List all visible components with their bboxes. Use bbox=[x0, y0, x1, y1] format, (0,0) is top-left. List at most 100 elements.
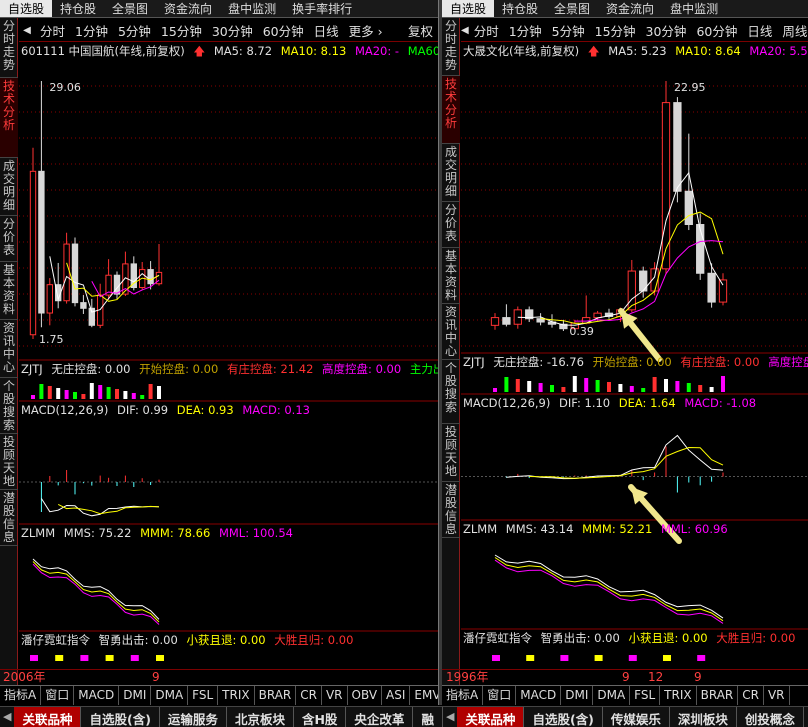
ind-tab-brar[interactable]: BRAR bbox=[255, 686, 297, 705]
ind-tab-obv[interactable]: OBV bbox=[348, 686, 383, 705]
side-tab-basic-info[interactable]: 基本资料 bbox=[0, 262, 18, 320]
period-1min-right[interactable]: 1分钟 bbox=[504, 21, 547, 40]
period-30min-right[interactable]: 30分钟 bbox=[641, 21, 692, 40]
macd-dea-line bbox=[529, 446, 724, 479]
period-day[interactable]: 日线 bbox=[309, 21, 344, 40]
signal-marker bbox=[156, 655, 164, 661]
ind-tab-macd-right[interactable]: MACD bbox=[516, 686, 562, 705]
footer-margin[interactable]: 融 bbox=[413, 707, 443, 727]
footer-shenzhen[interactable]: 深圳板块 bbox=[670, 707, 737, 727]
ind-tab-a-right[interactable]: 指标A bbox=[442, 686, 484, 705]
footer-related[interactable]: 关联品种 bbox=[14, 707, 82, 727]
ind-tab-vr[interactable]: VR bbox=[322, 686, 348, 705]
period-60min-right[interactable]: 60分钟 bbox=[691, 21, 742, 40]
side-tab-search[interactable]: 个股搜索 bbox=[0, 378, 18, 434]
side-tab-price-table[interactable]: 分价表 bbox=[0, 216, 18, 262]
menu-holdings-right[interactable]: 持仓股 bbox=[494, 0, 546, 17]
footer-right-icon[interactable]: ◀ bbox=[443, 707, 457, 727]
period-30min[interactable]: 30分钟 bbox=[207, 21, 258, 40]
chart-zone[interactable]: 29.06 1.75 601111 中国国航(年线,前复权) 🡅 MA5: 8.7… bbox=[19, 43, 438, 685]
period-1min[interactable]: 1分钟 bbox=[70, 21, 113, 40]
ind-tab-brar-right[interactable]: BRAR bbox=[697, 686, 739, 705]
side-tab-technical-right[interactable]: 技术分析 bbox=[442, 76, 460, 144]
footer-left-icon[interactable]: ◀ bbox=[0, 707, 14, 727]
zlmm-mmm: MMM: 78.66 bbox=[140, 526, 211, 540]
zjtj-bar bbox=[721, 376, 725, 392]
zjtj-info-line: ZJTJ 无庄控盘: 0.00 开始控盘: 0.00 有庄控盘: 21.42 高… bbox=[21, 362, 438, 377]
side-tab-technical[interactable]: 技术分析 bbox=[0, 78, 18, 158]
menu-fund-flow[interactable]: 资金流向 bbox=[156, 0, 220, 17]
zjtj-c-right: 有庄控盘: 0.00 bbox=[680, 355, 760, 369]
side-tab-timeshare[interactable]: 分时走势 bbox=[0, 18, 18, 78]
period-timeshare-right[interactable]: 分时 bbox=[469, 21, 504, 40]
footer-vc[interactable]: 创投概念 bbox=[737, 707, 804, 727]
period-5min[interactable]: 5分钟 bbox=[113, 21, 156, 40]
ind-tab-fsl[interactable]: FSL bbox=[188, 686, 219, 705]
ind-tab-fsl-right[interactable]: FSL bbox=[630, 686, 661, 705]
side-tab-trades[interactable]: 成交明细 bbox=[0, 158, 18, 216]
ind-tab-cr-right[interactable]: CR bbox=[738, 686, 764, 705]
footer-watchlist-right[interactable]: 自选股(含) bbox=[524, 707, 603, 727]
ind-tab-window-right[interactable]: 窗口 bbox=[483, 686, 517, 705]
toolbar-toggle-icon[interactable]: ◀ bbox=[19, 25, 35, 36]
ind-tab-dmi-right[interactable]: DMI bbox=[561, 686, 594, 705]
ind-tab-cr[interactable]: CR bbox=[296, 686, 322, 705]
period-week-right[interactable]: 周线 bbox=[777, 21, 808, 40]
footer-h-share[interactable]: 含H股 bbox=[294, 707, 347, 727]
period-more[interactable]: 更多 › bbox=[344, 21, 388, 40]
toolbar-toggle-icon[interactable]: ◀ bbox=[461, 25, 469, 36]
menu-turnover-rank[interactable]: 换手率排行 bbox=[284, 0, 360, 17]
side-tab-news-right[interactable]: 资讯中心 bbox=[442, 304, 460, 360]
footer-media[interactable]: 传媒娱乐 bbox=[603, 707, 670, 727]
menu-monitor-right[interactable]: 盘中监测 bbox=[662, 0, 726, 17]
year-axis: 2006年 9 bbox=[0, 669, 438, 685]
adjust-button[interactable]: 复权 bbox=[403, 21, 438, 40]
macd-value: MACD: 0.13 bbox=[242, 403, 310, 417]
ind-tab-vr-right[interactable]: VR bbox=[764, 686, 790, 705]
side-tab-news[interactable]: 资讯中心 bbox=[0, 320, 18, 378]
menu-fund-flow-right[interactable]: 资金流向 bbox=[598, 0, 662, 17]
menu-watchlist[interactable]: 自选股 bbox=[0, 0, 53, 17]
menu-panorama[interactable]: 全景图 bbox=[104, 0, 156, 17]
ind-tab-dma[interactable]: DMA bbox=[151, 686, 189, 705]
ind-tab-a[interactable]: 指标A bbox=[0, 686, 42, 705]
ind-tab-dma-right[interactable]: DMA bbox=[593, 686, 631, 705]
menu-panorama-right[interactable]: 全景图 bbox=[546, 0, 598, 17]
side-tab-potential-right[interactable]: 潜股信息 bbox=[442, 482, 460, 538]
side-tab-advisor-right[interactable]: 投顾天地 bbox=[442, 424, 460, 482]
side-tab-timeshare-right[interactable]: 分时走势 bbox=[442, 18, 460, 76]
ind-tab-window[interactable]: 窗口 bbox=[41, 686, 75, 705]
menu-watchlist-right[interactable]: 自选股 bbox=[442, 0, 495, 17]
footer-beijing[interactable]: 北京板块 bbox=[227, 707, 294, 727]
period-5min-right[interactable]: 5分钟 bbox=[547, 21, 590, 40]
period-day-right[interactable]: 日线 bbox=[742, 21, 777, 40]
zlmm-mms-right: MMS: 43.14 bbox=[505, 522, 574, 536]
side-tab-basic-info-right[interactable]: 基本资料 bbox=[442, 248, 460, 304]
ind-tab-asi[interactable]: ASI bbox=[382, 686, 411, 705]
footer-transport[interactable]: 运输服务 bbox=[160, 707, 227, 727]
footer-soe-reform[interactable]: 央企改革 bbox=[346, 707, 414, 727]
chart-zone-right[interactable]: 22.95 0.39 大晟文化(年线,前复权) 🡅 MA5: 5.23 MA10:… bbox=[461, 43, 808, 685]
side-tab-price-table-right[interactable]: 分价表 bbox=[442, 202, 460, 248]
side-tab-trades-right[interactable]: 成交明细 bbox=[442, 144, 460, 202]
year-start-label-right: 1996年 bbox=[446, 670, 489, 684]
period-15min[interactable]: 15分钟 bbox=[156, 21, 207, 40]
period-timeshare[interactable]: 分时 bbox=[35, 21, 70, 40]
footer-related-right[interactable]: 关联品种 bbox=[457, 707, 525, 727]
side-tab-search-right[interactable]: 个股搜索 bbox=[442, 360, 460, 424]
side-tab-potential[interactable]: 潜股信息 bbox=[0, 490, 18, 546]
menu-holdings[interactable]: 持仓股 bbox=[52, 0, 104, 17]
signal-marker bbox=[130, 655, 139, 661]
side-tab-advisor[interactable]: 投顾天地 bbox=[0, 434, 18, 490]
ind-tab-emv[interactable]: EMV bbox=[410, 686, 438, 705]
ind-tab-dmi[interactable]: DMI bbox=[119, 686, 152, 705]
footer-more[interactable]: 风 bbox=[804, 707, 808, 727]
ind-tab-trix[interactable]: TRIX bbox=[218, 686, 255, 705]
ind-tab-macd[interactable]: MACD bbox=[74, 686, 120, 705]
footer-watchlist[interactable]: 自选股(含) bbox=[81, 707, 160, 727]
period-60min[interactable]: 60分钟 bbox=[258, 21, 309, 40]
ind-tab-trix-right[interactable]: TRIX bbox=[660, 686, 697, 705]
menu-monitor[interactable]: 盘中监测 bbox=[220, 0, 284, 17]
period-15min-right[interactable]: 15分钟 bbox=[590, 21, 641, 40]
candle-body bbox=[696, 224, 705, 274]
